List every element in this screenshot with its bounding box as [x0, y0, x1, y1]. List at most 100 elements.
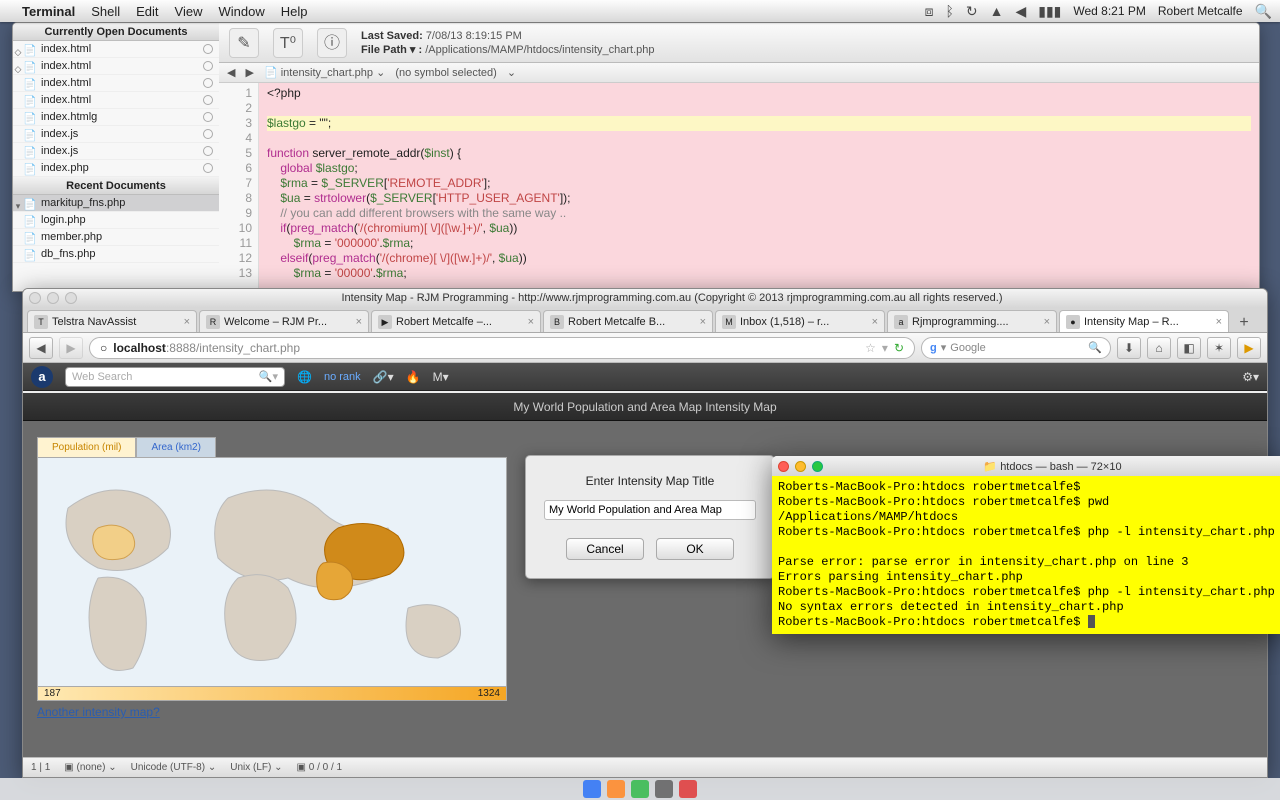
editor-toolbar: ✎ T⁰ ⓘ Last Saved: 7/08/13 8:19:15 PM Fi…	[219, 23, 1259, 63]
tool-fire-icon[interactable]: 🔥	[406, 370, 421, 384]
menu-window[interactable]: Window	[219, 4, 265, 19]
traffic-min[interactable]	[47, 292, 59, 304]
term-min[interactable]	[795, 461, 806, 472]
browser-tab[interactable]: ▶Robert Metcalfe –...×	[371, 310, 541, 332]
open-file-row[interactable]: 📄index.js	[13, 126, 219, 143]
volume-icon[interactable]: ◀	[1015, 3, 1026, 20]
recent-file-row[interactable]: 📄member.php	[13, 229, 219, 246]
open-file-row[interactable]: 📄index.htmlg	[13, 109, 219, 126]
dialog-input[interactable]	[544, 500, 756, 520]
app-button-3[interactable]: ▶	[1237, 337, 1261, 359]
tab-close-icon[interactable]: ×	[700, 316, 706, 328]
home-button[interactable]: ⌂	[1147, 337, 1171, 359]
star-icon[interactable]: ☆	[865, 341, 876, 355]
cancel-button[interactable]: Cancel	[566, 538, 644, 560]
rank-icon[interactable]: 🌐	[297, 370, 312, 384]
pathbar-filename[interactable]: intensity_chart.php	[281, 67, 373, 79]
browser-tab[interactable]: aRjmprogramming....×	[887, 310, 1057, 332]
browser-tab[interactable]: ●Intensity Map – R...×	[1059, 310, 1229, 332]
menubar-user[interactable]: Robert Metcalfe	[1158, 4, 1243, 18]
tab-close-icon[interactable]: ×	[1044, 316, 1050, 328]
tool-link-icon[interactable]: 🔗▾	[373, 370, 394, 384]
dropdown-icon[interactable]: ▾	[882, 341, 888, 355]
address-bar[interactable]: ○ localhost:8888/intensity_chart.php ☆ ▾…	[89, 337, 915, 359]
tab-close-icon[interactable]: ×	[528, 316, 534, 328]
dock[interactable]	[0, 778, 1280, 800]
web-search-input[interactable]: Web Search🔍▾	[65, 367, 285, 387]
dock-finder-icon[interactable]	[583, 780, 601, 798]
tab-close-icon[interactable]: ×	[1216, 316, 1222, 328]
menu-shell[interactable]: Shell	[91, 4, 120, 19]
traffic-close[interactable]	[29, 292, 41, 304]
new-tab-button[interactable]: +	[1231, 314, 1257, 332]
wifi-icon[interactable]: ▲	[990, 3, 1004, 19]
recent-file-row[interactable]: 📄db_fns.php	[13, 246, 219, 263]
nav-back-icon[interactable]: ◀	[227, 66, 235, 79]
dock-firefox-icon[interactable]	[607, 780, 625, 798]
back-button[interactable]: ◀	[29, 337, 53, 359]
tab-close-icon[interactable]: ×	[184, 316, 190, 328]
tool-mail-icon[interactable]: M▾	[433, 370, 449, 384]
tool-gear-icon[interactable]: ⚙▾	[1242, 370, 1259, 384]
recent-file-row[interactable]: ▾📄markitup_fns.php	[13, 195, 219, 212]
intensity-map[interactable]	[37, 457, 507, 687]
status-encoding[interactable]: Unicode (UTF-8) ⌄	[131, 762, 217, 773]
reload-icon[interactable]: ↻	[894, 341, 904, 355]
traffic-zoom[interactable]	[65, 292, 77, 304]
open-file-row[interactable]: 📄index.html	[13, 75, 219, 92]
menu-edit[interactable]: Edit	[136, 4, 158, 19]
menubar-clock[interactable]: Wed 8:21 PM	[1073, 4, 1145, 18]
open-file-row[interactable]: 📄index.php	[13, 160, 219, 177]
file-path-value: /Applications/MAMP/htdocs/intensity_char…	[425, 44, 654, 56]
app-button-2[interactable]: ✶	[1207, 337, 1231, 359]
browser-tab[interactable]: RWelcome – RJM Pr...×	[199, 310, 369, 332]
dock-app2-icon[interactable]	[679, 780, 697, 798]
tab-close-icon[interactable]: ×	[356, 316, 362, 328]
app-button-1[interactable]: ◧	[1177, 337, 1201, 359]
browser-titlebar: Intensity Map - RJM Programming - http:/…	[23, 289, 1267, 307]
tab-close-icon[interactable]: ×	[872, 316, 878, 328]
map-tab-area[interactable]: Area (km2)	[136, 437, 215, 457]
term-zoom[interactable]	[812, 461, 823, 472]
pathbar-symbol[interactable]: (no symbol selected)	[395, 67, 497, 79]
open-file-row[interactable]: 📄index.html	[13, 92, 219, 109]
prompt-dialog: Enter Intensity Map Title Cancel OK	[525, 455, 775, 579]
code-area[interactable]: 12345678910111213 <?php $lastgo = ""; fu…	[219, 83, 1259, 291]
open-file-row[interactable]: ◇📄index.html	[13, 41, 219, 58]
browser-tab[interactable]: BRobert Metcalfe B...×	[543, 310, 713, 332]
dropbox-icon[interactable]: ⧈	[925, 3, 934, 20]
menu-help[interactable]: Help	[281, 4, 308, 19]
menu-view[interactable]: View	[175, 4, 203, 19]
spotlight-icon[interactable]: 🔍	[1255, 3, 1272, 20]
macos-menubar: Terminal Shell Edit View Window Help ⧈ ᛒ…	[0, 0, 1280, 22]
timemachine-icon[interactable]: ↻	[966, 3, 978, 20]
bluetooth-icon[interactable]: ᛒ	[945, 3, 953, 19]
nav-fwd-icon[interactable]: ▶	[245, 66, 253, 79]
search-box[interactable]: g ▾ Google 🔍	[921, 337, 1111, 359]
ok-button[interactable]: OK	[656, 538, 734, 560]
dock-app-icon[interactable]	[631, 780, 649, 798]
pencil-icon[interactable]: ✎	[229, 28, 259, 58]
open-file-row[interactable]: 📄index.js	[13, 143, 219, 160]
ask-logo-icon[interactable]: a	[31, 366, 53, 388]
forward-button[interactable]: ▶	[59, 337, 83, 359]
status-lineend[interactable]: Unix (LF) ⌄	[230, 762, 282, 773]
open-file-row[interactable]: ◇📄index.html	[13, 58, 219, 75]
download-button[interactable]: ⬇	[1117, 337, 1141, 359]
status-lang[interactable]: ▣ (none) ⌄	[64, 762, 116, 773]
browser-tab[interactable]: TTelstra NavAssist×	[27, 310, 197, 332]
ask-toolbar: a Web Search🔍▾ 🌐 no rank 🔗▾ 🔥 M▾ ⚙▾	[23, 363, 1267, 391]
recent-file-row[interactable]: 📄login.php	[13, 212, 219, 229]
info-icon[interactable]: ⓘ	[317, 28, 347, 58]
another-map-link[interactable]: Another intensity map?	[37, 705, 507, 719]
terminal-output[interactable]: Roberts-MacBook-Pro:htdocs robertmetcalf…	[772, 476, 1280, 634]
text-icon[interactable]: T⁰	[273, 28, 303, 58]
recent-docs-header: Recent Documents	[13, 177, 219, 195]
term-close[interactable]	[778, 461, 789, 472]
browser-tab[interactable]: MInbox (1,518) – r...×	[715, 310, 885, 332]
code-editor-window: Currently Open Documents ◇📄index.html◇📄i…	[12, 22, 1260, 292]
map-tab-population[interactable]: Population (mil)	[37, 437, 136, 457]
dock-terminal-icon[interactable]	[655, 780, 673, 798]
app-name[interactable]: Terminal	[22, 4, 75, 19]
battery-icon[interactable]: ▮▮▮	[1038, 3, 1061, 20]
